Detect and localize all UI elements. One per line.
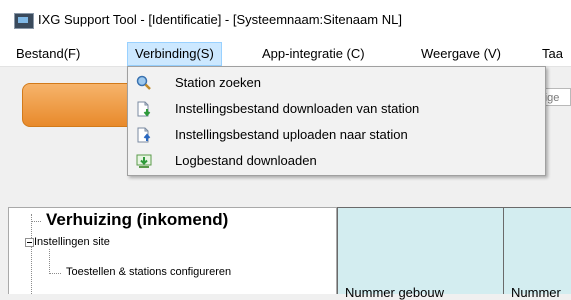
menu-item-download-log[interactable]: Logbestand downloaden <box>128 148 545 174</box>
window-title: IXG Support Tool - [Identificatie] - [Sy… <box>38 12 402 27</box>
tree-node-site-settings[interactable]: Instellingen site <box>34 236 110 248</box>
data-grid: Nummer gebouw Nummer <box>337 207 571 300</box>
verbinding-dropdown-menu: Station zoeken Instellingsbestand downlo… <box>127 66 546 176</box>
menu-item-station-zoeken[interactable]: Station zoeken <box>128 70 545 96</box>
menu-item-label: Instellingsbestand downloaden van statio… <box>175 101 420 116</box>
menu-bestand[interactable]: Bestand(F) <box>9 42 87 66</box>
tree-node-devices[interactable]: Toestellen & stations configureren <box>66 266 231 278</box>
log-download-icon <box>136 153 152 169</box>
menu-item-download-settings[interactable]: Instellingsbestand downloaden van statio… <box>128 96 545 122</box>
grid-column-header[interactable]: Nummer <box>504 208 571 300</box>
magnifier-icon <box>136 75 152 91</box>
document-download-icon <box>136 101 152 117</box>
document-upload-icon <box>136 127 152 143</box>
menu-item-label: Station zoeken <box>175 75 262 90</box>
menu-app-integratie[interactable]: App-integratie (C) <box>255 42 372 66</box>
menu-bar: Bestand(F) Verbinding(S) App-integratie … <box>0 42 571 67</box>
tree-root-node[interactable]: Verhuizing (inkomend) <box>46 210 228 230</box>
title-bar: IXG Support Tool - [Identificatie] - [Sy… <box>0 0 571 42</box>
collapse-icon[interactable] <box>25 238 34 247</box>
menu-weergave[interactable]: Weergave (V) <box>414 42 508 66</box>
app-icon <box>14 13 34 29</box>
menu-verbinding[interactable]: Verbinding(S) <box>127 42 222 66</box>
menu-item-label: Instellingsbestand uploaden naar station <box>175 127 408 142</box>
site-tree: Verhuizing (inkomend) Instellingen site … <box>8 207 337 294</box>
tree-connector <box>49 273 61 274</box>
grid-column-header[interactable]: Nummer gebouw <box>338 208 504 300</box>
menu-taal[interactable]: Taa <box>535 42 570 66</box>
tree-connector <box>31 221 41 222</box>
menu-item-label: Logbestand downloaden <box>175 153 317 168</box>
tree-connector <box>31 214 32 294</box>
tree-connector <box>49 249 50 274</box>
menu-item-upload-settings[interactable]: Instellingsbestand uploaden naar station <box>128 122 545 148</box>
